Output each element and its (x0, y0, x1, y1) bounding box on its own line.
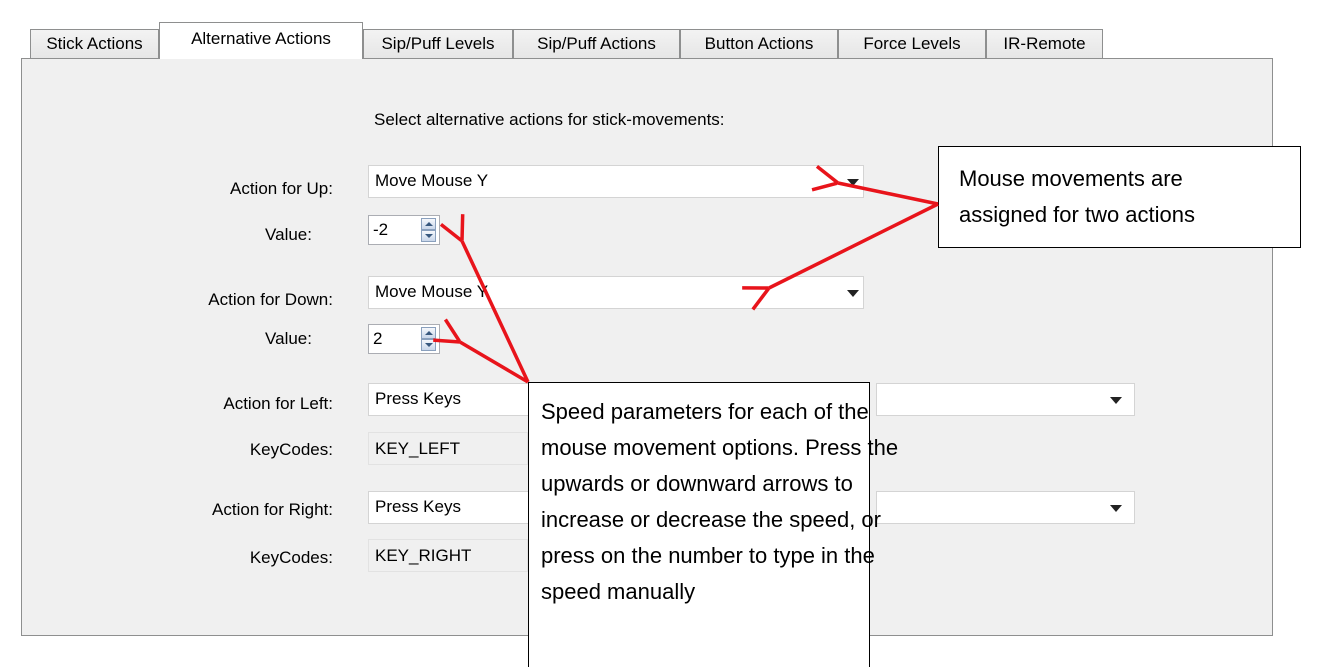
speed-parameters-callout: Speed parameters for each of the mouse m… (528, 382, 899, 667)
tab-sip-puff-actions[interactable]: Sip/Puff Actions (513, 29, 680, 58)
keycodes-left-label: KeyCodes: (249, 440, 333, 459)
value-down-input[interactable]: 2 (373, 329, 382, 348)
action-down-label: Action for Down: (208, 290, 333, 309)
chevron-down-icon[interactable] (1110, 397, 1122, 404)
decrement-button[interactable] (421, 230, 436, 242)
value-up-input[interactable]: -2 (373, 220, 388, 239)
chevron-down-icon[interactable] (847, 290, 859, 297)
callout-line: speed manually (541, 579, 696, 604)
callout-line: press on the number to type in the (541, 543, 875, 568)
action-right-param-combo[interactable] (876, 491, 1135, 524)
value-down-spinner[interactable]: 2 (368, 324, 440, 354)
value-up-spinner[interactable]: -2 (368, 215, 440, 245)
action-up-label: Action for Up: (230, 179, 333, 198)
action-up-value: Move Mouse Y (375, 171, 489, 190)
keycodes-right-label: KeyCodes: (249, 548, 333, 567)
action-left-param-combo[interactable] (876, 383, 1135, 416)
tab-alternative-actions[interactable]: Alternative Actions (159, 22, 363, 59)
tab-sip-puff-levels[interactable]: Sip/Puff Levels (363, 29, 513, 58)
action-left-label: Action for Left: (223, 394, 333, 413)
action-left-value: Press Keys (375, 389, 461, 408)
action-up-combo[interactable]: Move Mouse Y (368, 165, 864, 198)
action-down-value: Move Mouse Y (375, 282, 489, 301)
callout-line: assigned for two actions (959, 202, 1196, 227)
increment-button[interactable] (421, 218, 436, 230)
callout-line: upwards or downward arrows to (541, 471, 853, 496)
tab-ir-remote[interactable]: IR-Remote (986, 29, 1103, 58)
chevron-down-icon[interactable] (847, 179, 859, 186)
spin-up-down-icon (421, 218, 436, 242)
keycodes-left-field[interactable]: KEY_LEFT (368, 432, 528, 465)
keycodes-right-field[interactable]: KEY_RIGHT (368, 539, 528, 572)
value-down-label: Value: (265, 329, 312, 348)
callout-line: Speed parameters for each of the (541, 399, 869, 424)
mouse-movements-callout: Mouse movements are assigned for two act… (938, 146, 1301, 248)
action-right-value: Press Keys (375, 497, 461, 516)
callout-line: mouse movement options. Press the (541, 435, 899, 460)
increment-button[interactable] (421, 327, 436, 339)
callout-line: Mouse movements are (959, 166, 1183, 191)
action-right-label: Action for Right: (212, 500, 333, 519)
decrement-button[interactable] (421, 339, 436, 351)
tab-button-actions[interactable]: Button Actions (680, 29, 838, 58)
chevron-down-icon[interactable] (1110, 505, 1122, 512)
callout-line: increase or decrease the speed, or (541, 507, 881, 532)
action-down-combo[interactable]: Move Mouse Y (368, 276, 864, 309)
value-up-label: Value: (265, 225, 312, 244)
panel-heading: Select alternative actions for stick-mov… (374, 110, 725, 129)
spin-up-down-icon (421, 327, 436, 351)
tab-stick-actions[interactable]: Stick Actions (30, 29, 159, 58)
tab-force-levels[interactable]: Force Levels (838, 29, 986, 58)
